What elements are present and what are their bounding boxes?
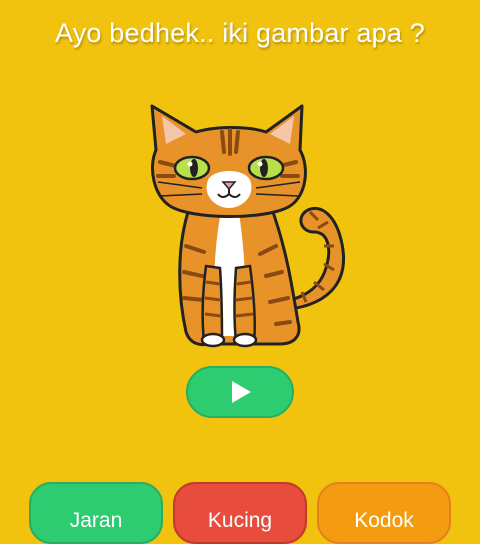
cat-illustration [130,96,370,352]
cat-icon [150,104,345,348]
question-text: Ayo bedhek.. iki gambar apa ? [54,18,426,48]
play-sound-button[interactable] [186,366,294,418]
answer-button-jaran[interactable]: Jaran [29,482,163,544]
answer-button-kodok[interactable]: Kodok [317,482,451,544]
play-icon [232,381,251,403]
answer-options: Jaran Kucing Kodok [0,482,480,544]
answer-button-kucing[interactable]: Kucing [173,482,307,544]
